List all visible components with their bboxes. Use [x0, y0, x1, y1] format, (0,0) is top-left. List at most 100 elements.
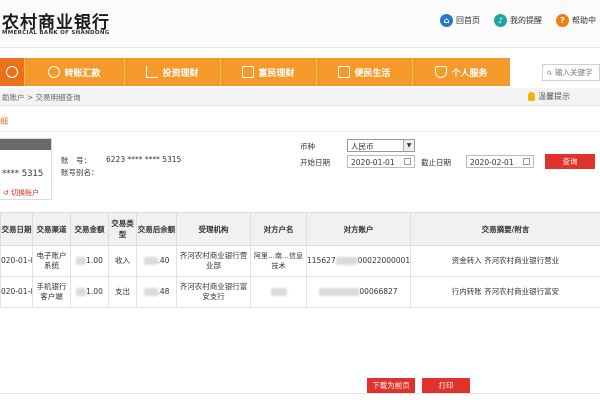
- top-links: ⌂ 回首页 ♪ 我的提醒 ? 帮助中: [440, 14, 596, 27]
- cell-amount: 1.00: [70, 276, 109, 308]
- cell-counterparty-account: 00066827: [306, 276, 411, 308]
- cell-org: 齐河农村商业银行富安支行: [176, 276, 251, 308]
- masked-value: [76, 288, 87, 296]
- nav-transfer-label: 转账汇款: [64, 68, 101, 79]
- footer-divider: [0, 393, 600, 394]
- amount-text: 1.00: [86, 256, 103, 265]
- end-date-input[interactable]: 2020-02-01: [466, 155, 534, 168]
- nav-personal[interactable]: 个人服务: [413, 58, 510, 86]
- masked-value: [335, 257, 358, 265]
- card-header: [0, 139, 51, 150]
- wallet-icon: [338, 66, 351, 78]
- col-type: 交易类型: [108, 212, 137, 246]
- switch-icon: ↺: [3, 189, 9, 197]
- cell-balance: .40: [136, 245, 177, 277]
- cell-org: 齐河农村商业银行营业部: [176, 245, 251, 277]
- section-title: 细: [0, 117, 8, 126]
- transfer-icon: [48, 66, 61, 78]
- end-date-label: 截止日期: [421, 158, 451, 167]
- lightbulb-icon: [528, 92, 535, 101]
- chevron-down-icon: ▼: [403, 140, 414, 151]
- home-link[interactable]: ⌂ 回首页: [440, 14, 480, 27]
- amount-text: 1.00: [86, 287, 103, 296]
- help-link[interactable]: ? 帮助中: [556, 14, 596, 27]
- nav-personal-label: 个人服务: [451, 68, 488, 79]
- account-alias-label: 账号别名：: [61, 168, 99, 177]
- nav-invest[interactable]: 投资理财: [125, 58, 221, 86]
- breadcrumb-bar: 助账户 > 交易明细查询 温馨提示: [0, 88, 600, 106]
- search-icon: [547, 70, 552, 75]
- cell-type: 收入: [108, 245, 137, 277]
- col-memo: 交易摘要/附言: [410, 212, 600, 246]
- breadcrumb: 助账户 > 交易明细查询: [2, 93, 81, 102]
- reminder-link[interactable]: ♪ 我的提醒: [494, 14, 542, 27]
- table-row[interactable]: 020-01-01 电子账户系统 1.00 收入 .40 齐河农村商业银行营业部…: [0, 245, 600, 277]
- help-link-label: 帮助中: [572, 16, 596, 25]
- cell-balance: .48: [136, 276, 177, 308]
- account-number-label: 账 号：: [61, 156, 91, 165]
- currency-value: 人民币: [351, 142, 374, 151]
- cell-counterparty-name: [250, 276, 307, 308]
- calendar-icon: [523, 158, 530, 165]
- start-date-value: 2020-01-01: [351, 158, 395, 167]
- calendar-icon: [404, 158, 411, 165]
- bell-icon: ♪: [494, 14, 507, 27]
- section-divider: [0, 131, 600, 132]
- nav-invest-label: 投资理财: [162, 68, 199, 79]
- tip-link[interactable]: 温馨提示: [528, 91, 570, 102]
- masked-value: [143, 257, 158, 265]
- switch-account-link[interactable]: ↺ 切换账户: [3, 188, 39, 198]
- col-counterparty-account: 对方账户: [306, 212, 411, 246]
- cell-memo: 行内转账 齐河农村商业银行富安: [410, 276, 600, 308]
- print-button[interactable]: 打印: [422, 378, 470, 393]
- account-number-value: 6223 **** **** 5315: [106, 155, 182, 164]
- nav-home[interactable]: [0, 58, 25, 86]
- balance-text: .40: [157, 256, 170, 265]
- currency-label: 币种: [300, 142, 315, 151]
- cell-counterparty-name: 阿里…南…信息技术: [250, 245, 307, 277]
- switch-account-label: 切换账户: [11, 189, 40, 197]
- account-prefix: 115627: [307, 256, 336, 265]
- home-icon: ⌂: [440, 14, 453, 27]
- main-nav: 转账汇款 投资理财 富民理财 便民生活 个人服务: [0, 58, 510, 86]
- nav-life-label: 便民生活: [354, 68, 391, 79]
- chart-icon: [146, 66, 159, 78]
- download-button[interactable]: 下载为前页: [367, 378, 415, 393]
- masked-value: [319, 288, 360, 296]
- masked-value: [143, 288, 158, 296]
- help-icon: ?: [556, 14, 569, 27]
- home-nav-icon: [6, 66, 18, 78]
- wealth-icon: [242, 66, 255, 78]
- cell-type: 支出: [108, 276, 137, 308]
- currency-select[interactable]: 人民币 ▼: [347, 139, 415, 152]
- masked-value: [270, 288, 287, 296]
- home-link-label: 回首页: [456, 16, 480, 25]
- cell-amount: 1.00: [70, 245, 109, 277]
- cell-channel: 手机银行客户端: [32, 276, 71, 308]
- balance-text: .48: [157, 287, 170, 296]
- cell-date: 020-01-01: [0, 276, 33, 308]
- account-suffix: 00066827: [359, 287, 398, 296]
- search-box: [542, 64, 600, 81]
- query-button[interactable]: 查询: [545, 154, 595, 169]
- col-date: 交易日期: [0, 212, 33, 246]
- col-org: 受理机构: [176, 212, 251, 246]
- col-amount: 交易金额: [70, 212, 109, 246]
- account-card: **** 5315 ↺ 切换账户: [0, 138, 52, 200]
- col-counterparty-name: 对方户名: [250, 212, 307, 246]
- nav-wealth-label: 富民理财: [258, 68, 295, 79]
- shield-icon: [435, 66, 448, 78]
- start-date-input[interactable]: 2020-01-01: [347, 155, 415, 168]
- nav-life[interactable]: 便民生活: [317, 58, 413, 86]
- nav-transfer[interactable]: 转账汇款: [25, 58, 125, 86]
- reminder-link-label: 我的提醒: [510, 16, 542, 25]
- cell-date: 020-01-01: [0, 245, 33, 277]
- cell-counterparty-account: 115627 00022000001: [306, 245, 411, 277]
- search-input[interactable]: [555, 68, 599, 77]
- nav-wealth[interactable]: 富民理财: [221, 58, 317, 86]
- col-channel: 交易渠道: [32, 212, 71, 246]
- bank-logo-english: MMERCIAL BANK OF SHANDONG: [2, 30, 110, 36]
- table-row[interactable]: 020-01-01 手机银行客户端 1.00 支出 .48 齐河农村商业银行富安…: [0, 276, 600, 308]
- cell-channel: 电子账户系统: [32, 245, 71, 277]
- masked-value: [76, 257, 87, 265]
